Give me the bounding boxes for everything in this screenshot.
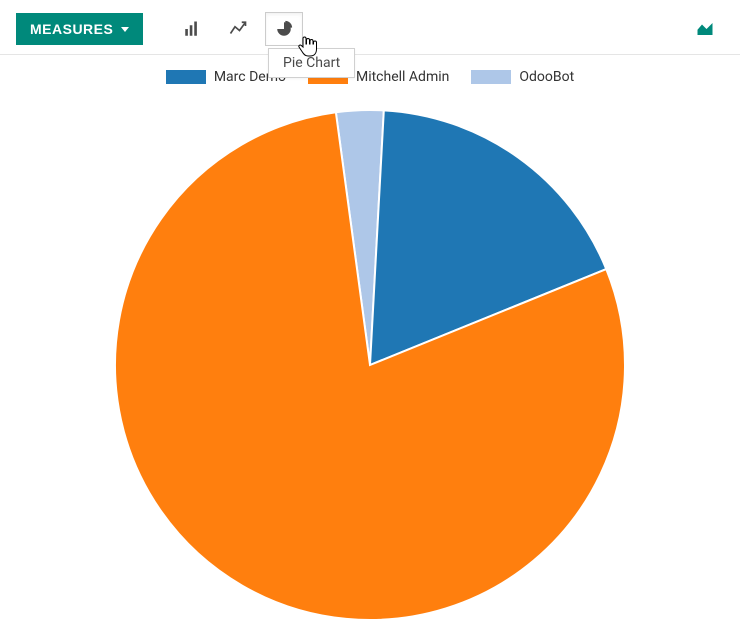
bar-chart-button[interactable] bbox=[173, 12, 211, 46]
tooltip-text: Pie Chart bbox=[283, 55, 340, 71]
line-chart-icon bbox=[229, 20, 247, 38]
pie-chart-button[interactable] bbox=[265, 12, 303, 46]
caret-down-icon bbox=[121, 27, 129, 32]
measures-label: MEASURES bbox=[30, 21, 113, 37]
legend-item[interactable]: OdooBot bbox=[471, 69, 574, 85]
line-chart-button[interactable] bbox=[219, 12, 257, 46]
legend-swatch bbox=[471, 70, 511, 84]
pie-chart bbox=[110, 105, 630, 625]
tooltip: Pie Chart bbox=[268, 48, 355, 78]
legend: Marc Demo Mitchell Admin OdooBot bbox=[0, 55, 740, 95]
legend-label: Mitchell Admin bbox=[356, 69, 449, 85]
area-chart-button[interactable] bbox=[686, 12, 724, 46]
chart-area bbox=[0, 95, 740, 625]
legend-label: OdooBot bbox=[519, 69, 574, 85]
area-chart-icon bbox=[696, 20, 714, 38]
measures-button[interactable]: MEASURES bbox=[16, 13, 143, 45]
legend-swatch bbox=[166, 70, 206, 84]
bar-chart-icon bbox=[183, 20, 201, 38]
toolbar: MEASURES Pie Chart bbox=[0, 0, 740, 55]
pie-chart-icon bbox=[275, 20, 293, 38]
